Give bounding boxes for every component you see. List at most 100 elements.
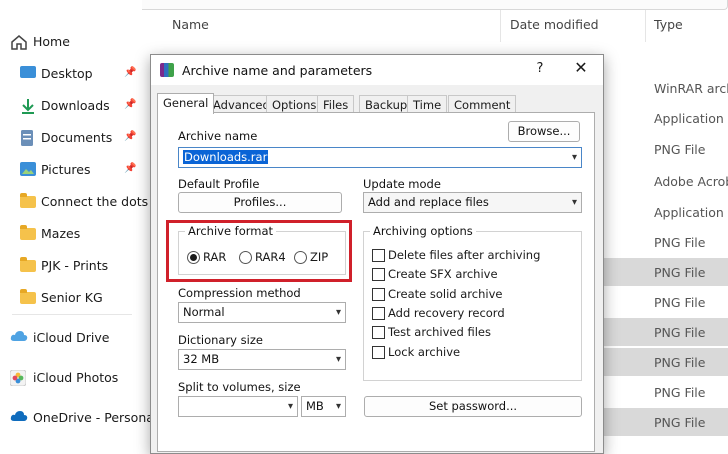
close-button[interactable]: ✕ xyxy=(563,58,599,82)
archiving-options-label: Archiving options xyxy=(370,224,476,238)
folder-icon xyxy=(20,193,38,210)
nav-item-downloads[interactable]: Downloads 📌 xyxy=(0,91,142,119)
column-header-type[interactable]: Type xyxy=(654,17,683,32)
folder-icon xyxy=(20,225,38,242)
pictures-icon xyxy=(20,162,38,176)
file-type: Application xyxy=(654,205,724,220)
nav-item-documents[interactable]: Documents 📌 xyxy=(0,123,142,151)
dialog-titlebar[interactable]: Archive name and parameters ? ✕ xyxy=(151,55,603,85)
pin-icon: 📌 xyxy=(124,67,137,78)
nav-item-label: PJK - Prints xyxy=(41,257,109,273)
nav-item-label: Mazes xyxy=(41,225,81,241)
set-password-button[interactable]: Set password... xyxy=(364,396,582,417)
chevron-down-icon: ▾ xyxy=(287,401,293,412)
nav-item-connect-the-dots[interactable]: Connect the dots xyxy=(0,187,148,215)
checkbox-label: Create solid archive xyxy=(388,287,503,301)
nav-item-home[interactable]: Home xyxy=(0,27,142,55)
default-profile-label: Default Profile xyxy=(178,177,260,191)
folder-icon xyxy=(20,289,38,306)
archive-name-input[interactable]: Downloads.rar ▾ xyxy=(178,147,582,168)
nav-item-icloud-photos[interactable]: iCloud Photos xyxy=(0,363,142,391)
pin-icon: 📌 xyxy=(124,163,137,174)
file-type: PNG File xyxy=(654,295,706,310)
tab-files[interactable]: Files xyxy=(317,95,355,113)
archiving-options-group: Archiving options Delete files after arc… xyxy=(363,224,582,381)
chevron-down-icon: ▾ xyxy=(335,307,341,318)
split-volumes-label: Split to volumes, size xyxy=(178,380,301,394)
nav-item-mazes[interactable]: Mazes xyxy=(0,219,142,247)
split-unit-select[interactable]: MB ▾ xyxy=(301,396,346,417)
column-header-name[interactable]: Name xyxy=(172,17,209,32)
checkbox-lock-archive[interactable]: Lock archive xyxy=(372,345,460,359)
compression-method-label: Compression method xyxy=(178,286,301,300)
browse-button[interactable]: Browse... xyxy=(508,121,580,142)
checkbox-create-sfx[interactable]: Create SFX archive xyxy=(372,267,498,281)
profiles-button[interactable]: Profiles... xyxy=(178,192,342,213)
archive-name-value: Downloads.rar xyxy=(183,150,269,164)
nav-item-label: Documents xyxy=(41,129,113,145)
onedrive-icon xyxy=(10,410,28,424)
split-volumes-input[interactable]: ▾ xyxy=(178,396,298,417)
file-type: PNG File xyxy=(654,235,706,250)
nav-item-onedrive[interactable]: OneDrive - Personal xyxy=(0,403,157,431)
dictionary-size-label: Dictionary size xyxy=(178,333,263,347)
checkbox-label: Delete files after archiving xyxy=(388,248,541,262)
file-type: WinRAR archi xyxy=(654,81,728,96)
update-mode-value: Add and replace files xyxy=(368,195,489,209)
file-type: PNG File xyxy=(654,325,706,340)
update-mode-select[interactable]: Add and replace files ▾ xyxy=(363,192,582,213)
dictionary-size-select[interactable]: 32 MB ▾ xyxy=(178,349,346,370)
downloads-icon xyxy=(20,98,38,114)
nav-item-label: Downloads xyxy=(41,97,110,113)
nav-item-label: Desktop xyxy=(41,65,93,81)
nav-divider xyxy=(12,314,132,315)
checkbox-icon xyxy=(372,267,385,281)
archive-format-highlight-box xyxy=(166,220,352,282)
column-header-date-modified[interactable]: Date modified xyxy=(510,17,599,32)
checkbox-label: Add recovery record xyxy=(388,306,505,320)
chevron-down-icon[interactable]: ▾ xyxy=(572,148,577,167)
file-type: PNG File xyxy=(654,265,706,280)
column-divider[interactable] xyxy=(500,10,501,42)
nav-item-label: Pictures xyxy=(41,161,91,177)
chevron-down-icon: ▾ xyxy=(335,401,341,412)
nav-item-pictures[interactable]: Pictures 📌 xyxy=(0,155,142,183)
file-type: PNG File xyxy=(654,355,706,370)
help-button[interactable]: ? xyxy=(525,61,555,81)
update-mode-label: Update mode xyxy=(363,177,441,191)
nav-item-label: Home xyxy=(33,33,70,49)
nav-item-label: Connect the dots xyxy=(41,193,149,209)
tab-general[interactable]: General xyxy=(157,93,215,114)
nav-item-desktop[interactable]: Desktop 📌 xyxy=(0,59,142,87)
compression-method-value: Normal xyxy=(183,305,225,319)
compression-method-select[interactable]: Normal ▾ xyxy=(178,302,346,323)
tab-backup[interactable]: Backup xyxy=(359,95,414,113)
desktop-icon xyxy=(20,66,38,80)
nav-item-pjk-prints[interactable]: PJK - Prints xyxy=(0,251,142,279)
file-type: PNG File xyxy=(654,142,706,157)
navigation-pane: Home Desktop 📌 Downloads 📌 Documents 📌 P… xyxy=(0,0,157,438)
nav-item-label: Senior KG xyxy=(41,289,103,305)
checkbox-delete-files[interactable]: Delete files after archiving xyxy=(372,248,540,262)
general-tab-panel: Archive name Browse... Downloads.rar ▾ D… xyxy=(157,112,595,452)
nav-item-senior-kg[interactable]: Senior KG xyxy=(0,283,142,311)
checkbox-create-solid[interactable]: Create solid archive xyxy=(372,287,502,301)
tab-options[interactable]: Options xyxy=(266,95,323,113)
pin-icon: 📌 xyxy=(124,131,137,142)
checkbox-test-archived[interactable]: Test archived files xyxy=(372,325,491,339)
checkbox-icon xyxy=(372,325,385,339)
checkbox-icon xyxy=(372,248,385,262)
tab-comment[interactable]: Comment xyxy=(448,95,517,113)
dictionary-size-value: 32 MB xyxy=(183,352,220,366)
file-type: Application xyxy=(654,111,724,126)
icloud-icon xyxy=(10,330,28,344)
checkbox-label: Lock archive xyxy=(388,345,461,359)
nav-item-label: iCloud Drive xyxy=(33,329,110,345)
checkbox-recovery-record[interactable]: Add recovery record xyxy=(372,306,505,320)
toolbar-segment xyxy=(120,0,728,10)
nav-item-icloud-drive[interactable]: iCloud Drive xyxy=(0,323,142,351)
column-divider[interactable] xyxy=(645,10,646,42)
file-type: Adobe Acroba xyxy=(654,174,728,189)
tab-time[interactable]: Time xyxy=(407,95,448,113)
file-type: PNG File xyxy=(654,415,706,430)
